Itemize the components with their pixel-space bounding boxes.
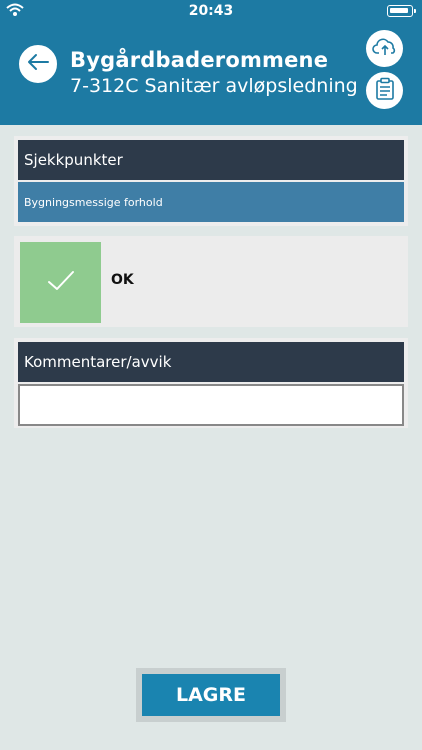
checkpoints-heading: Sjekkpunkter [18,140,404,180]
status-option-panel: OK [14,236,408,327]
clipboard-icon [375,77,395,105]
comments-panel: Kommentarer/avvik [14,338,408,428]
ok-label: OK [111,272,134,288]
battery-icon [387,5,416,17]
back-arrow-icon [26,53,50,75]
comment-input[interactable] [18,384,404,426]
back-button[interactable] [19,45,57,83]
upload-button[interactable] [366,30,403,67]
checkpoint-category[interactable]: Bygningsmessige forhold [18,182,404,222]
checkmark-icon [46,269,76,297]
save-button[interactable]: LAGRE [142,674,280,716]
save-button-frame: LAGRE [136,668,286,722]
page-subtitle: 7-312C Sanitær avløpsledning [70,75,358,97]
ok-toggle[interactable] [20,242,101,323]
cloud-upload-icon [371,37,398,61]
app-header: 20:43 Bygårdbaderommene 7-312C Sanitær a… [0,0,422,125]
status-bar: 20:43 [0,0,422,22]
clipboard-button[interactable] [366,72,403,109]
comments-heading: Kommentarer/avvik [18,342,404,382]
page-title: Bygårdbaderommene [70,48,329,72]
status-time: 20:43 [188,3,234,19]
checkpoints-panel: Sjekkpunkter Bygningsmessige forhold [14,136,408,226]
